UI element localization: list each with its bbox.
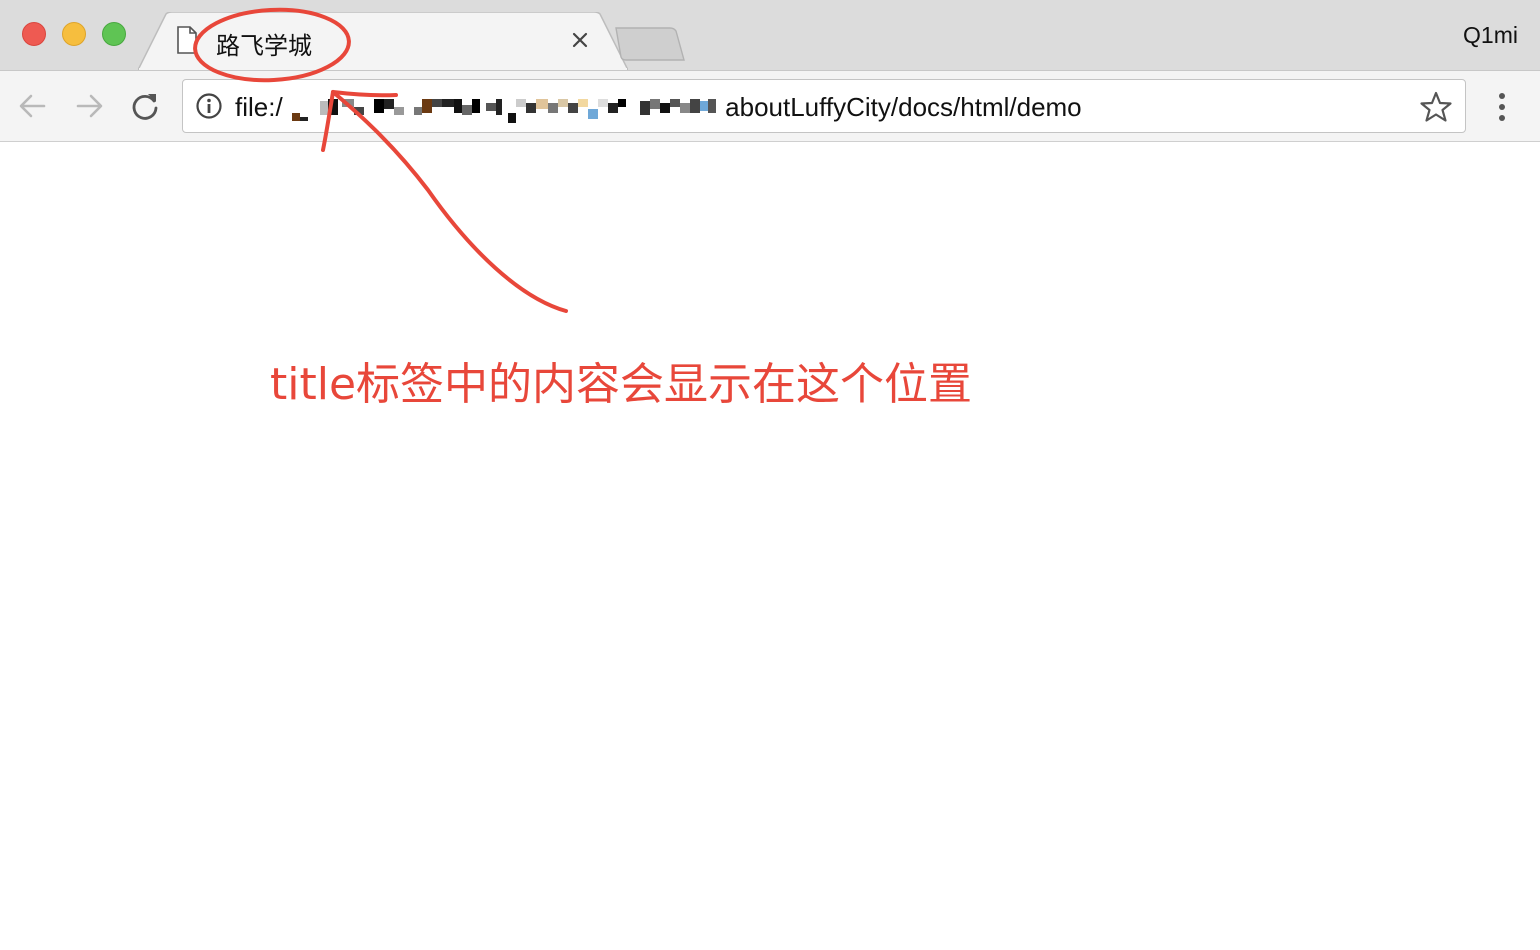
document-icon [177, 26, 197, 54]
menu-icon[interactable] [1490, 89, 1514, 125]
annotation-text: title标签中的内容会显示在这个位置 [270, 359, 973, 410]
new-tab-button[interactable] [612, 26, 688, 62]
active-tab[interactable]: 路飞学城 [176, 24, 606, 60]
tab-strip: 路飞学城 Q1mi [0, 0, 1540, 72]
page-viewport [0, 142, 1540, 950]
browser-toolbar: file:/ aboutLuffyCity/docs/html/demo [0, 70, 1540, 142]
url-text[interactable]: file:/ aboutLuffyCity/docs/html/demo [235, 91, 1082, 123]
window-close-button[interactable] [22, 22, 46, 46]
window-maximize-button[interactable] [102, 22, 126, 46]
redacted-url-segment [291, 99, 716, 123]
star-icon[interactable] [1419, 90, 1453, 124]
profile-name[interactable]: Q1mi [1463, 22, 1518, 49]
tab-close-icon[interactable] [568, 28, 592, 52]
window-minimize-button[interactable] [62, 22, 86, 46]
address-bar[interactable]: file:/ aboutLuffyCity/docs/html/demo [182, 79, 1466, 133]
url-prefix: file:/ [235, 92, 283, 122]
info-icon[interactable] [195, 92, 223, 120]
forward-arrow-icon[interactable] [72, 89, 106, 123]
reload-icon[interactable] [128, 89, 162, 123]
url-path: aboutLuffyCity/docs/html/demo [725, 92, 1082, 122]
tab-title: 路飞学城 [216, 32, 312, 60]
back-arrow-icon[interactable] [16, 89, 50, 123]
